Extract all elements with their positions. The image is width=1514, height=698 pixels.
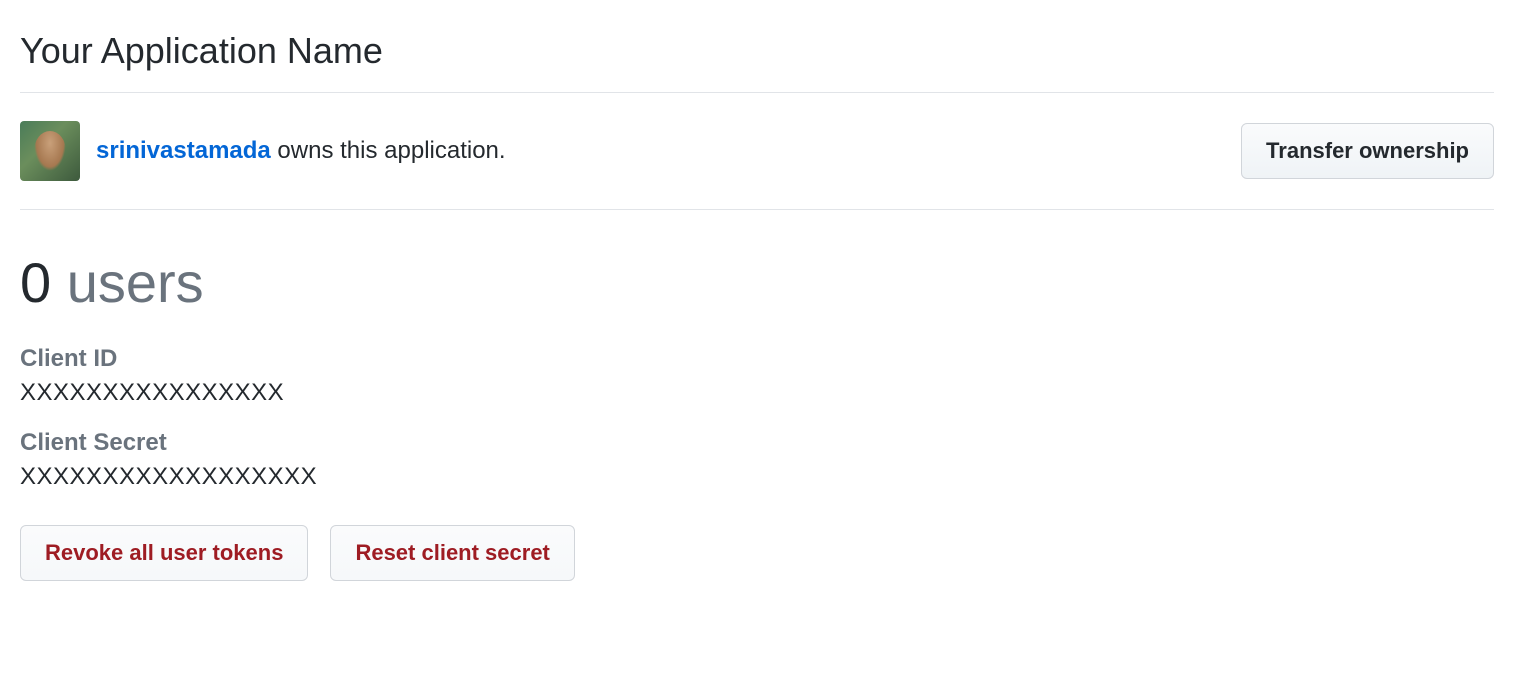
client-id-value: XXXXXXXXXXXXXXXX — [20, 379, 1494, 407]
avatar — [20, 121, 80, 181]
client-secret-block: Client Secret XXXXXXXXXXXXXXXXXX — [20, 429, 1494, 491]
users-count: 0 — [20, 251, 51, 314]
users-label: users — [51, 251, 204, 314]
owner-text: srinivastamada owns this application. — [96, 137, 506, 165]
client-id-label: Client ID — [20, 345, 1494, 373]
client-secret-value: XXXXXXXXXXXXXXXXXX — [20, 463, 1494, 491]
client-id-block: Client ID XXXXXXXXXXXXXXXX — [20, 345, 1494, 407]
owns-application-text: owns this application. — [271, 137, 506, 164]
transfer-ownership-button[interactable]: Transfer ownership — [1241, 123, 1494, 179]
client-secret-label: Client Secret — [20, 429, 1494, 457]
users-stat: 0 users — [20, 250, 1494, 315]
danger-actions-row: Revoke all user tokens Reset client secr… — [20, 525, 1494, 581]
page-title: Your Application Name — [20, 30, 1494, 72]
owner-username-link[interactable]: srinivastamada — [96, 137, 271, 164]
owner-row: srinivastamada owns this application. Tr… — [20, 93, 1494, 209]
divider — [20, 209, 1494, 210]
revoke-tokens-button[interactable]: Revoke all user tokens — [20, 525, 308, 581]
app-settings-panel: Your Application Name srinivastamada own… — [20, 30, 1494, 581]
reset-secret-button[interactable]: Reset client secret — [330, 525, 574, 581]
owner-info: srinivastamada owns this application. — [20, 121, 506, 181]
